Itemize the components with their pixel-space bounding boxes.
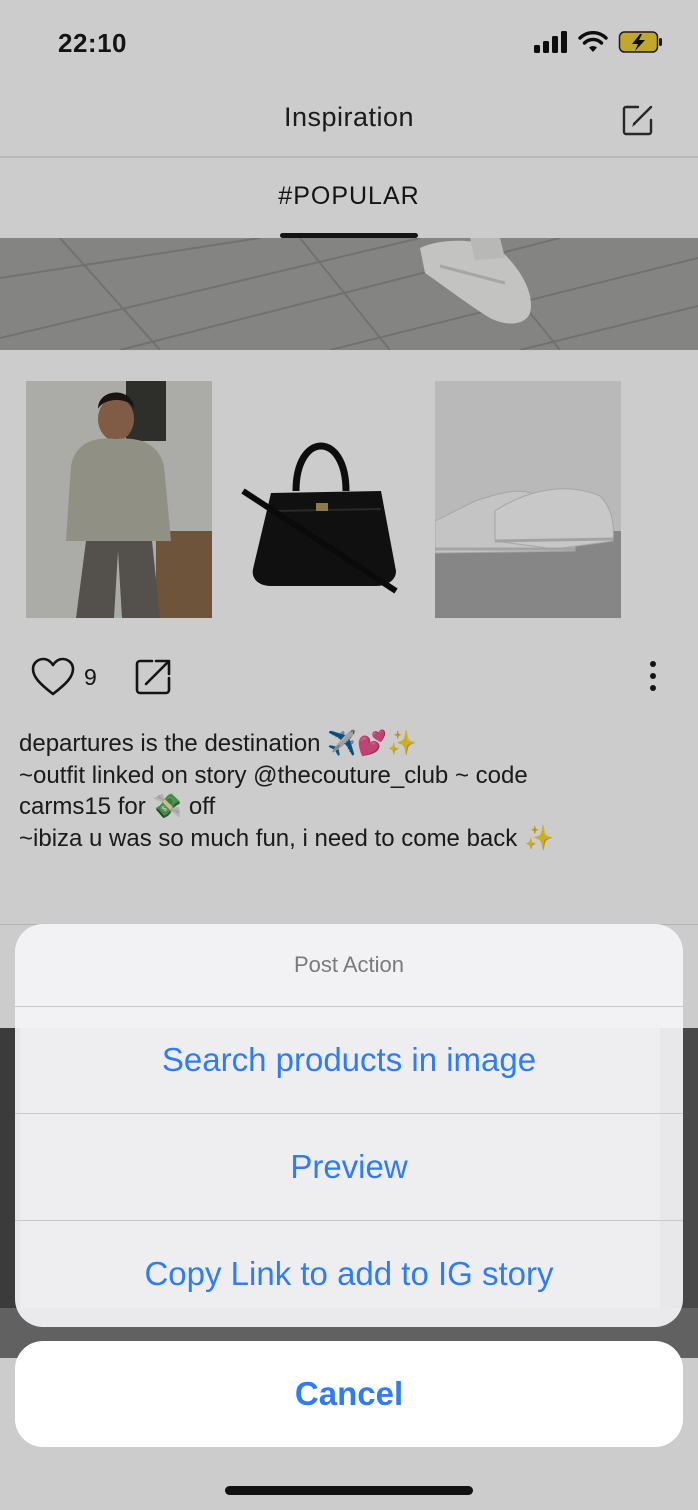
action-sheet: Post Action Search products in image Pre… [15, 924, 683, 1327]
home-indicator[interactable] [225, 1486, 473, 1495]
action-sheet-title: Post Action [293, 952, 405, 977]
search-products-in-image-button[interactable]: Search products in image [15, 1007, 683, 1113]
preview-button[interactable]: Preview [15, 1114, 683, 1220]
copy-link-ig-story-button[interactable]: Copy Link to add to IG story [15, 1221, 683, 1327]
cancel-button[interactable]: Cancel [15, 1341, 683, 1447]
